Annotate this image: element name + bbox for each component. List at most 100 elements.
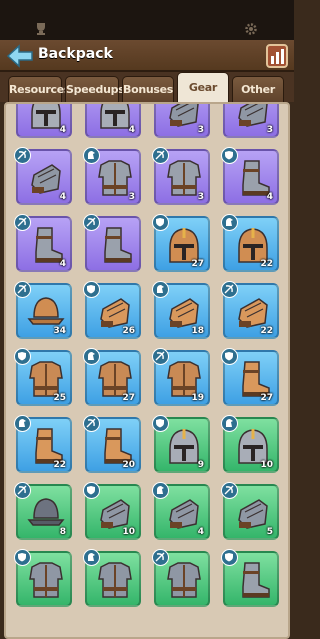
item-count: 3 [197, 192, 204, 202]
chest-icon [167, 562, 201, 598]
item-count: 34 [53, 326, 66, 336]
bow-badge-icon [14, 147, 31, 164]
gear-item[interactable]: 4 [14, 214, 72, 272]
item-count: 27 [122, 393, 135, 403]
item-count: 3 [128, 192, 135, 202]
gear-item[interactable]: 27 [221, 348, 279, 406]
gear-item[interactable]: 3 [83, 147, 141, 205]
gear-item[interactable]: 20 [83, 415, 141, 473]
item-count: 22 [53, 460, 66, 470]
item-count: 4 [266, 192, 273, 202]
horse-badge-icon [83, 147, 100, 164]
item-count: 3 [266, 125, 273, 135]
shield-badge-icon [221, 147, 238, 164]
horse-badge-icon [83, 549, 100, 566]
tab-bar: Resources Speedups Bonuses Gear Other [0, 72, 294, 102]
gear-item[interactable]: 3 [223, 104, 279, 138]
tab-gear[interactable]: Gear [177, 72, 229, 102]
item-count: 4 [59, 192, 66, 202]
shield-badge-icon [14, 348, 31, 365]
item-count: 10 [122, 527, 135, 537]
item-count: 9 [197, 460, 204, 470]
gear-item[interactable]: 4 [14, 147, 72, 205]
item-count: 26 [122, 326, 135, 336]
horse-badge-icon [152, 281, 169, 298]
item-count: 8 [59, 527, 66, 537]
gear-item[interactable]: 4 [16, 104, 72, 138]
back-arrow-icon[interactable] [6, 44, 34, 68]
gear-item[interactable]: 10 [221, 415, 279, 473]
gear-item[interactable]: 3 [154, 104, 210, 138]
stats-button[interactable] [266, 44, 288, 68]
gear-item[interactable]: 25 [14, 348, 72, 406]
gear-item[interactable]: 26 [83, 281, 141, 339]
page-title: Backpack [38, 46, 113, 62]
item-count: 10 [260, 460, 273, 470]
gear-item[interactable]: 3 [152, 147, 210, 205]
bow-badge-icon [152, 348, 169, 365]
tab-resources[interactable]: Resources [8, 76, 70, 102]
item-count: 22 [260, 326, 273, 336]
gear-item[interactable]: 22 [221, 281, 279, 339]
item-count: 4 [59, 125, 66, 135]
chest-icon [29, 562, 63, 598]
shield-badge-icon [221, 549, 238, 566]
item-count: 5 [266, 527, 273, 537]
gear-item[interactable]: 22 [14, 415, 72, 473]
gear-item[interactable]: 34 [14, 281, 72, 339]
gear-item[interactable]: 5 [221, 482, 279, 540]
horse-badge-icon [221, 214, 238, 231]
item-count: 20 [122, 460, 135, 470]
item-count: 3 [197, 125, 204, 135]
shield-badge-icon [152, 214, 169, 231]
horse-badge-icon [83, 348, 100, 365]
item-count: 4 [59, 259, 66, 269]
gear-item[interactable]: 8 [14, 482, 72, 540]
gear-item[interactable] [152, 549, 210, 607]
gear-item[interactable]: 22 [221, 214, 279, 272]
gear-item[interactable]: 4 [85, 104, 141, 138]
status-bar [0, 0, 294, 40]
shield-badge-icon [152, 415, 169, 432]
gear-item[interactable]: 27 [152, 214, 210, 272]
item-count: 4 [128, 125, 135, 135]
tab-bonuses[interactable]: Bonuses [122, 76, 174, 102]
item-count: 22 [260, 259, 273, 269]
item-count: 27 [191, 259, 204, 269]
item-count: 18 [191, 326, 204, 336]
shield-badge-icon [83, 482, 100, 499]
gear-item[interactable] [83, 549, 141, 607]
bow-badge-icon [14, 482, 31, 499]
gear-item[interactable]: 27 [83, 348, 141, 406]
gear-item[interactable] [221, 549, 279, 607]
item-count: 27 [260, 393, 273, 403]
horse-badge-icon [221, 415, 238, 432]
shield-badge-icon [83, 281, 100, 298]
trophy-icon [37, 23, 45, 35]
bow-badge-icon [152, 147, 169, 164]
bow-badge-icon [221, 281, 238, 298]
gear-item[interactable]: 18 [152, 281, 210, 339]
gear-panel: 4 4 3 3 4 3 3 4 4 27 22 34 26 18 22 25 27 19 27 22 20 9 10 8 10 4… [4, 102, 290, 639]
item-count: 4 [197, 527, 204, 537]
gear-item[interactable]: 4 [221, 147, 279, 205]
gear-item[interactable] [83, 214, 141, 272]
item-count: 19 [191, 393, 204, 403]
tab-other[interactable]: Other [232, 76, 284, 102]
gear-item[interactable]: 19 [152, 348, 210, 406]
horse-badge-icon [152, 482, 169, 499]
gear-item[interactable]: 10 [83, 482, 141, 540]
bow-badge-icon [14, 281, 31, 298]
horse-badge-icon [14, 415, 31, 432]
gear-item[interactable]: 4 [152, 482, 210, 540]
settings-gear-icon[interactable] [244, 22, 258, 36]
boot-icon [242, 562, 270, 598]
boot-icon [104, 227, 132, 263]
gear-item[interactable]: 9 [152, 415, 210, 473]
bow-badge-icon [221, 482, 238, 499]
tab-speedups[interactable]: Speedups [65, 76, 125, 102]
gear-item[interactable] [14, 549, 72, 607]
bow-badge-icon [14, 214, 31, 231]
bar-chart-icon [271, 49, 284, 64]
chest-icon [98, 562, 132, 598]
